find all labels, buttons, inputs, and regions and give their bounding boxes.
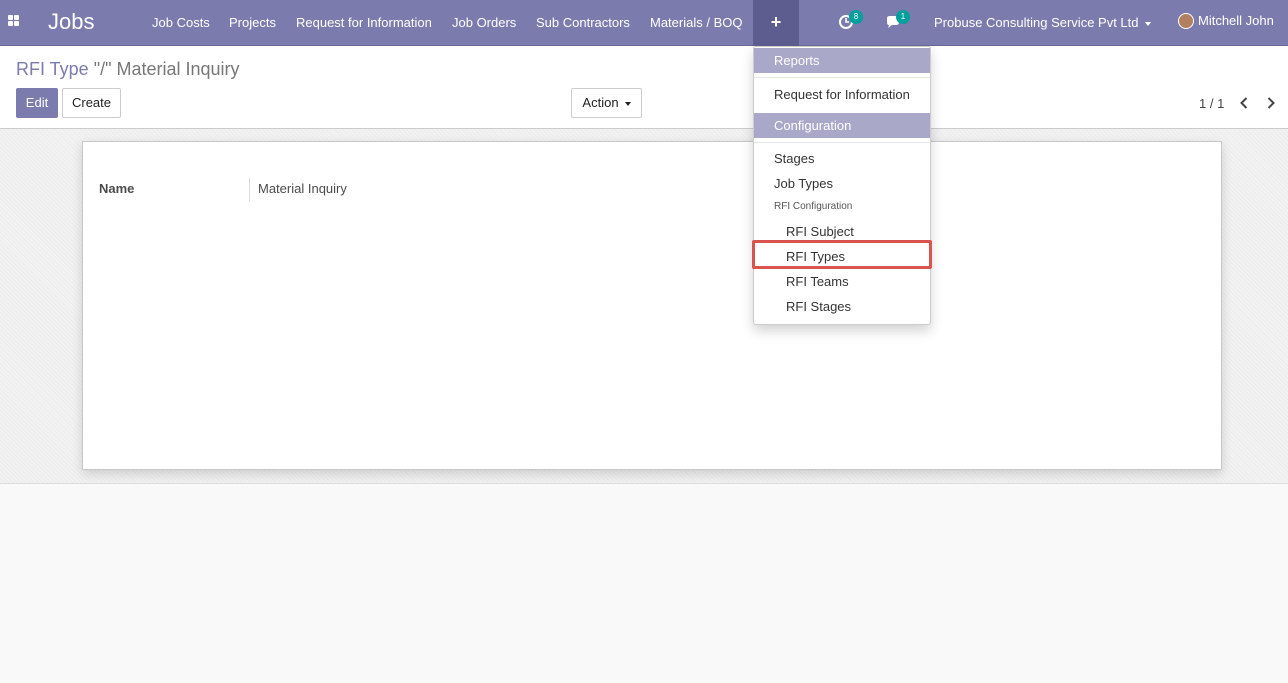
user-menu[interactable]: Mitchell John [1178,12,1274,29]
dropdown-item-rfi-types[interactable]: RFI Types [786,249,845,264]
name-field-value: Material Inquiry [258,181,347,196]
dropdown-divider [754,77,930,78]
field-divider [249,178,250,202]
dropdown-item-rfi-subject[interactable]: RFI Subject [786,224,854,239]
form-view-background: Name Material Inquiry [0,129,1288,484]
more-menu-plus-button[interactable]: + [753,0,799,46]
breadcrumb-current: Material Inquiry [116,59,240,79]
dropdown-item-stages[interactable]: Stages [774,151,814,166]
menu-projects[interactable]: Projects [229,15,276,30]
menu-job-costs[interactable]: Job Costs [152,15,210,30]
control-panel: RFI Type "/" Material Inquiry Edit Creat… [0,46,1288,129]
company-switcher[interactable]: Probuse Consulting Service Pvt Ltd [934,15,1151,30]
reports-section-header: Reports [754,48,930,73]
apps-grid-icon[interactable] [8,14,24,30]
chat-bubble-icon[interactable]: 1 [885,10,910,32]
pager-value[interactable]: 1 / 1 [1199,96,1224,111]
breadcrumb-separator: "/" [88,59,117,79]
menu-materials-boq[interactable]: Materials / BOQ [650,15,742,30]
dropdown-item-rfi-stages[interactable]: RFI Stages [786,299,851,314]
dropdown-item-job-types[interactable]: Job Types [774,176,833,191]
breadcrumb-parent-link[interactable]: RFI Type [16,59,89,79]
company-name: Probuse Consulting Service Pvt Ltd [934,15,1139,30]
action-dropdown-button[interactable]: Action [571,88,642,118]
configuration-section-header: Configuration [754,113,930,138]
app-title: Jobs [48,9,95,34]
dropdown-item-request-for-information[interactable]: Request for Information [774,87,910,102]
configuration-dropdown-menu: Reports Request for Information Configur… [753,46,931,325]
menu-job-orders[interactable]: Job Orders [452,15,516,30]
chevron-down-icon [624,101,631,106]
dropdown-divider [754,142,930,143]
activity-count-badge: 8 [849,10,863,24]
activity-clock-icon[interactable]: 8 [838,10,863,32]
chevron-right-icon[interactable] [1267,97,1275,109]
create-button[interactable]: Create [62,88,121,118]
user-name: Mitchell John [1198,13,1274,29]
top-navbar: Jobs Job Costs Projects Request for Info… [0,0,1288,46]
message-count-badge: 1 [896,10,910,24]
form-sheet: Name Material Inquiry [82,141,1222,470]
dropdown-item-rfi-teams[interactable]: RFI Teams [786,274,849,289]
menu-sub-contractors[interactable]: Sub Contractors [536,15,630,30]
breadcrumb: RFI Type "/" Material Inquiry [16,59,240,80]
chevron-down-icon [1144,21,1151,26]
avatar [1178,12,1194,29]
menu-request-for-information[interactable]: Request for Information [296,15,432,30]
chevron-left-icon[interactable] [1240,97,1248,109]
rfi-configuration-group-label: RFI Configuration [774,201,853,212]
name-field-label: Name [99,181,135,196]
action-label: Action [582,95,619,110]
edit-button[interactable]: Edit [16,88,58,118]
